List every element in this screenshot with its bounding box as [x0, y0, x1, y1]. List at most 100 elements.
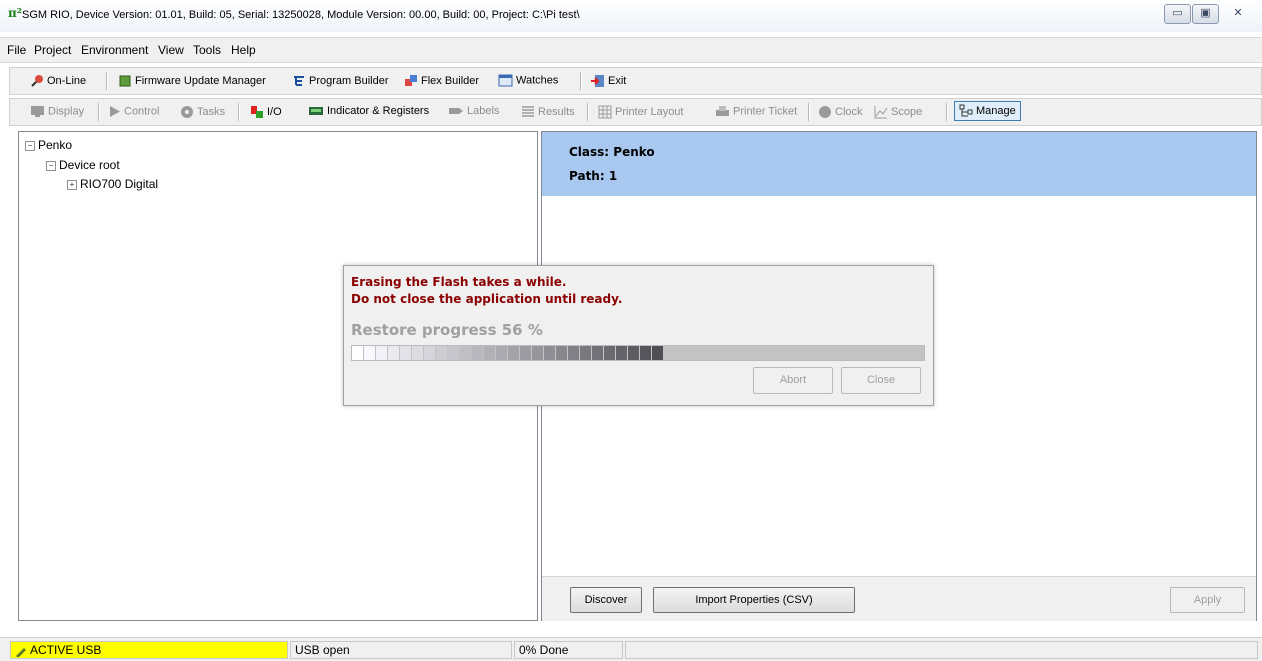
separator	[946, 103, 948, 121]
chart-icon	[874, 106, 888, 119]
scope-button[interactable]: Scope	[874, 105, 922, 119]
separator	[106, 72, 108, 90]
online-label: On-Line	[47, 74, 87, 87]
display-button[interactable]: Display	[30, 105, 84, 118]
close-button[interactable]: Close	[841, 367, 921, 394]
menu-file[interactable]: File	[7, 43, 26, 57]
separator	[808, 103, 810, 121]
progress-segment	[580, 346, 591, 360]
window-title: SGM RIO, Device Version: 01.01, Build: 0…	[22, 9, 580, 21]
io-icon	[251, 106, 263, 118]
menu-tools[interactable]: Tools	[193, 43, 221, 57]
tree-node-rio700[interactable]: + RIO700 Digital	[67, 177, 158, 191]
status-usb: USB open	[290, 641, 512, 659]
progress-bar	[351, 345, 925, 361]
tasks-button[interactable]: Tasks	[180, 105, 225, 119]
plug-icon	[31, 75, 43, 87]
expand-icon[interactable]: +	[67, 180, 77, 190]
progress-segment	[520, 346, 531, 360]
progress-segment	[604, 346, 615, 360]
printer-layout-button[interactable]: Printer Layout	[598, 105, 683, 119]
exit-button[interactable]: Exit	[590, 74, 626, 88]
progress-segment	[508, 346, 519, 360]
menu-environment[interactable]: Environment	[81, 43, 148, 57]
collapse-icon[interactable]: −	[46, 161, 56, 171]
status-connection: ACTIVE USB	[10, 641, 288, 659]
separator	[238, 103, 240, 121]
status-empty	[625, 641, 1258, 659]
title-bar: π² SGM RIO, Device Version: 01.01, Build…	[0, 0, 1262, 32]
printer-ticket-button[interactable]: Printer Ticket	[715, 105, 797, 118]
discover-button[interactable]: Discover	[570, 587, 642, 613]
grid-icon	[598, 105, 612, 119]
minimize-button[interactable]: ▭	[1164, 4, 1191, 24]
manage-button[interactable]: Manage	[954, 101, 1021, 121]
exit-icon	[591, 75, 604, 87]
progress-segment	[496, 346, 507, 360]
action-bar: Discover Import Properties (CSV) Apply	[542, 576, 1256, 621]
collapse-icon[interactable]: −	[25, 141, 35, 151]
progress-segment	[436, 346, 447, 360]
firmware-update-button[interactable]: Firmware Update Manager	[118, 74, 266, 88]
tree-node-penko[interactable]: − Penko	[25, 138, 72, 152]
flex-builder-button[interactable]: Flex Builder	[404, 74, 479, 88]
progress-segment	[592, 346, 603, 360]
warning-line-2: Do not close the application until ready…	[351, 292, 623, 306]
import-properties-button[interactable]: Import Properties (CSV)	[653, 587, 855, 613]
class-label: Class: Penko	[569, 145, 655, 159]
results-label: Results	[538, 105, 575, 118]
progress-segment	[352, 346, 363, 360]
watches-button[interactable]: Watches	[498, 74, 558, 87]
progress-segment	[628, 346, 639, 360]
restore-progress-dialog: Erasing the Flash takes a while. Do not …	[343, 265, 934, 406]
status-connection-label: ACTIVE USB	[30, 643, 102, 657]
progress-segment	[460, 346, 471, 360]
control-button[interactable]: Control	[108, 105, 159, 118]
play-icon	[110, 106, 120, 117]
progress-segment	[472, 346, 483, 360]
info-header: Class: Penko Path: 1	[542, 132, 1256, 196]
tree-node-label: Device root	[59, 158, 120, 172]
close-window-button[interactable]: ✕	[1220, 4, 1256, 24]
progress-segment	[364, 346, 375, 360]
path-label: Path: 1	[569, 169, 618, 183]
tree-node-device-root[interactable]: − Device root	[46, 158, 120, 172]
menu-help[interactable]: Help	[231, 43, 256, 57]
warning-line-1: Erasing the Flash takes a while.	[351, 275, 567, 289]
clock-button[interactable]: Clock	[818, 105, 863, 119]
online-button[interactable]: On-Line	[30, 74, 86, 88]
list-icon	[522, 106, 534, 117]
results-button[interactable]: Results	[521, 105, 575, 119]
apply-button[interactable]: Apply	[1170, 587, 1245, 613]
abort-button[interactable]: Abort	[753, 367, 833, 394]
indicator-label: Indicator & Registers	[327, 105, 430, 117]
hierarchy-icon	[959, 104, 973, 117]
app-icon: π²	[8, 6, 23, 20]
labels-button[interactable]: Labels	[448, 105, 499, 117]
menu-bar: File Project Environment View Tools Help	[0, 37, 1262, 63]
clock-label: Clock	[835, 105, 863, 118]
program-builder-label: Program Builder	[309, 74, 389, 87]
gear-icon	[181, 106, 193, 118]
progress-segment	[544, 346, 555, 360]
board-icon	[309, 107, 323, 116]
indicator-registers-button[interactable]: Indicator & Registers	[308, 105, 429, 117]
progress-segment	[400, 346, 411, 360]
tree-node-label: RIO700 Digital	[80, 177, 159, 191]
separator	[580, 72, 582, 90]
progress-segment	[448, 346, 459, 360]
io-button[interactable]: I/O	[250, 105, 282, 119]
menu-view[interactable]: View	[158, 43, 184, 57]
flex-builder-label: Flex Builder	[421, 74, 480, 87]
maximize-button[interactable]: ▣	[1192, 4, 1219, 24]
program-builder-button[interactable]: Program Builder	[292, 74, 388, 88]
progress-segment	[376, 346, 387, 360]
pencil-icon	[16, 647, 26, 657]
menu-project[interactable]: Project	[34, 43, 71, 57]
progress-segment	[556, 346, 567, 360]
status-done: 0% Done	[514, 641, 623, 659]
tasks-label: Tasks	[197, 105, 226, 118]
progress-segment	[412, 346, 423, 360]
printer-icon	[716, 106, 729, 116]
printer-ticket-label: Printer Ticket	[733, 105, 798, 118]
